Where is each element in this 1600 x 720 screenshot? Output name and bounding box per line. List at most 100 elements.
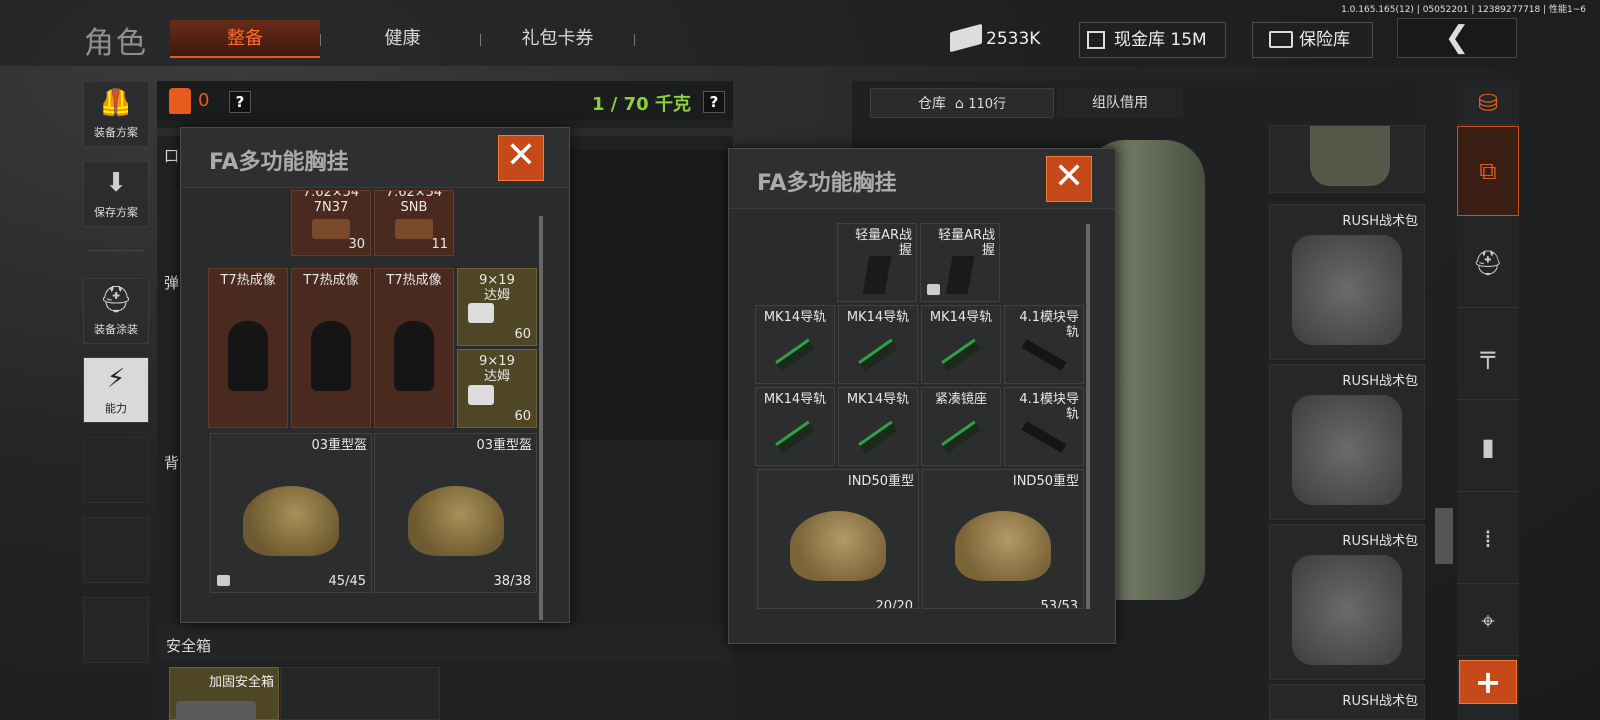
filter-scope-icon[interactable]: ⌖ xyxy=(1457,586,1519,656)
popup-title: FA多功能胸挂 xyxy=(209,150,349,175)
filter-all-icon[interactable]: ⧉ xyxy=(1457,126,1519,216)
tab-gift[interactable]: 礼包卡券 xyxy=(485,20,630,58)
section-label: 口 xyxy=(164,147,180,165)
module-rail-icon xyxy=(1021,421,1067,454)
inventory-item[interactable]: 4.1模块导 轨 xyxy=(1004,305,1084,384)
inventory-item[interactable]: 03重型盔 38/38 xyxy=(374,433,537,593)
item-label: RUSH战术包 xyxy=(1342,214,1418,229)
warehouse-scrollbar[interactable] xyxy=(1435,508,1453,564)
inventory-item[interactable]: MK14导轨 xyxy=(838,387,918,466)
item-label: MK14导轨 xyxy=(763,310,827,325)
close-icon: ✕ xyxy=(1053,156,1085,197)
popup-scrollbar[interactable] xyxy=(539,216,543,620)
game-screen: 角色 整备 健康 礼包卡券 1.0.165.165(12) | 05052201… xyxy=(0,0,1600,720)
back-arrow-icon: ❮ xyxy=(1444,20,1470,55)
rail-icon xyxy=(858,338,898,372)
inventory-item[interactable]: MK14导轨 xyxy=(921,305,1001,384)
inventory-item[interactable]: MK14导轨 xyxy=(755,387,835,466)
rail-icon xyxy=(775,338,815,372)
item-label: MK14导轨 xyxy=(929,310,993,325)
version-text: 1.0.165.165(12) | 05052201 | 12389277718… xyxy=(1341,5,1586,15)
inventory-item[interactable]: 轻量AR战 握 xyxy=(920,223,1000,302)
inventory-item[interactable]: T7热成像 xyxy=(374,268,454,428)
close-button[interactable]: ✕ xyxy=(1046,156,1092,202)
inventory-item[interactable]: IND50重型 53/53 xyxy=(922,469,1084,609)
item-label: 7.62×54 SNB xyxy=(385,190,443,215)
inventory-item[interactable]: 4.1模块导 轨 xyxy=(1004,387,1084,466)
back-button[interactable]: ❮ xyxy=(1397,18,1517,58)
tab-divider xyxy=(480,34,481,46)
popup-title: FA多功能胸挂 xyxy=(757,171,897,196)
sort-icon[interactable]: ⛁ xyxy=(1457,81,1519,125)
ammo-icon xyxy=(312,219,350,240)
inventory-item[interactable]: 9×19 达姆 60 xyxy=(457,349,537,428)
inventory-item[interactable]: T7热成像 xyxy=(291,268,371,428)
item-label: 9×19 达姆 xyxy=(479,354,515,384)
inventory-item[interactable]: 03重型盔 45/45 xyxy=(210,433,372,593)
item-label: 03重型盔 xyxy=(311,438,367,453)
item-count: 11 xyxy=(431,237,448,252)
inventory-item[interactable]: IND50重型 20/20 xyxy=(757,469,919,609)
item-label: 4.1模块导 轨 xyxy=(1019,392,1079,422)
item-label: MK14导轨 xyxy=(763,392,827,407)
backpack-icon xyxy=(1310,126,1390,186)
helmet-icon xyxy=(407,485,504,556)
close-button[interactable]: ✕ xyxy=(498,135,544,181)
filter-helmet-icon[interactable]: ⛑ xyxy=(1457,218,1519,308)
helmet-paint-icon: ⛑ xyxy=(99,285,133,315)
item-count: 60 xyxy=(514,327,531,342)
rail-icon xyxy=(858,420,898,454)
filter-ammo-icon[interactable]: ⁞ xyxy=(1457,494,1519,584)
home-icon: ⌂ xyxy=(950,96,964,112)
thermal-scope-icon xyxy=(228,320,268,391)
inventory-item[interactable]: 7.62×54 SNB 11 xyxy=(374,190,454,256)
popup-scrollbar[interactable] xyxy=(1086,224,1090,609)
inventory-item[interactable]: T7热成像 xyxy=(208,268,288,428)
add-button[interactable]: + xyxy=(1459,660,1517,704)
item-label: MK14导轨 xyxy=(846,392,910,407)
warehouse-item[interactable] xyxy=(1269,125,1425,193)
cash-vault-label: 现金库 15M xyxy=(1114,30,1207,50)
inventory-item[interactable]: 7.62×54 7N37 30 xyxy=(291,190,371,256)
safe-vault-label: 保险库 xyxy=(1299,30,1350,50)
help-button[interactable]: ? xyxy=(229,91,251,113)
inventory-item[interactable]: MK14导轨 xyxy=(838,305,918,384)
safebox-slot-empty[interactable] xyxy=(280,667,440,720)
item-count: 53/53 xyxy=(1040,599,1078,609)
sidebar-save-button[interactable]: ⬇ 保存方案 xyxy=(83,161,149,227)
safebox-title: 安全箱 xyxy=(166,637,212,655)
inventory-item[interactable]: MK14导轨 xyxy=(755,305,835,384)
helmet-icon xyxy=(955,510,1051,581)
safebox-slot[interactable]: 加固安全箱 xyxy=(169,667,279,720)
inventory-item[interactable]: 紧凑镜座 xyxy=(921,387,1001,466)
item-label: 4.1模块导 轨 xyxy=(1019,310,1079,340)
rail-icon xyxy=(775,420,815,454)
sidebar-loadout-button[interactable]: 🦺 装备方案 xyxy=(83,81,149,147)
item-count: 45/45 xyxy=(328,574,366,589)
inventory-item[interactable]: 轻量AR战 握 xyxy=(837,223,917,302)
item-label: T7热成像 xyxy=(386,273,442,288)
scope-mount-icon xyxy=(941,420,981,454)
inventory-item[interactable]: 9×19 达姆 60 xyxy=(457,268,537,346)
warehouse-item[interactable]: RUSH战术包 xyxy=(1269,524,1425,680)
item-count: 20/20 xyxy=(875,599,913,609)
item-label: 轻量AR战 握 xyxy=(938,228,995,258)
tab-equip[interactable]: 整备 xyxy=(170,20,320,58)
item-label: IND50重型 xyxy=(1012,474,1079,489)
sidebar-paint-button[interactable]: ⛑ 装备涂装 xyxy=(83,278,149,344)
filter-rifle-icon[interactable]: ╤ xyxy=(1457,310,1519,400)
tab-warehouse[interactable]: 仓库 ⌂ 110行 xyxy=(870,88,1054,118)
tab-team-borrow[interactable]: 组队借用 xyxy=(1057,88,1183,118)
warehouse-item[interactable]: RUSH战术包 xyxy=(1269,684,1425,720)
filter-magazine-icon[interactable]: ▮ xyxy=(1457,402,1519,492)
empty-slot xyxy=(83,597,149,663)
tab-health[interactable]: 健康 xyxy=(330,20,475,58)
chest-rig-popup-left: FA多功能胸挂 ✕ 7.62×54 7N37 30 7.62×54 SNB 11… xyxy=(180,127,570,623)
item-count: 60 xyxy=(514,409,531,424)
sidebar-ability-button[interactable]: ⚡ 能力 xyxy=(83,357,149,423)
warehouse-item[interactable]: RUSH战术包 xyxy=(1269,204,1425,360)
warehouse-item[interactable]: RUSH战术包 xyxy=(1269,364,1425,520)
module-rail-icon xyxy=(1021,339,1067,372)
item-label: 紧凑镜座 xyxy=(934,392,987,407)
weight-help-button[interactable]: ? xyxy=(703,91,725,113)
